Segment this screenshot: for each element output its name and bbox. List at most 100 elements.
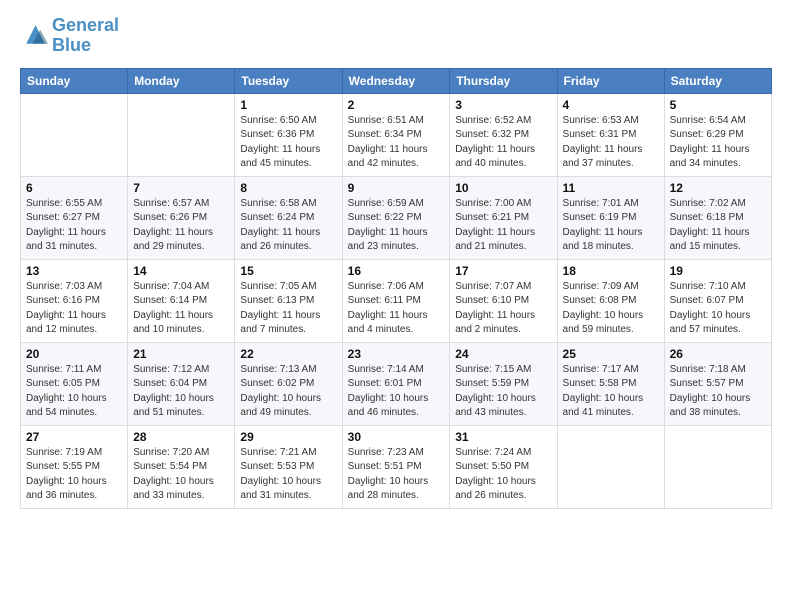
- day-number: 25: [563, 347, 659, 361]
- weekday-header-wednesday: Wednesday: [342, 68, 450, 93]
- day-number: 27: [26, 430, 122, 444]
- day-info: Sunrise: 7:21 AM Sunset: 5:53 PM Dayligh…: [240, 446, 336, 504]
- day-number: 12: [670, 181, 766, 195]
- day-info: Sunrise: 6:55 AM Sunset: 6:27 PM Dayligh…: [26, 197, 122, 255]
- day-number: 14: [133, 264, 229, 278]
- calendar-cell: 15 Sunrise: 7:05 AM Sunset: 6:13 PM Dayli…: [235, 259, 342, 342]
- calendar-cell: 31 Sunrise: 7:24 AM Sunset: 5:50 PM Dayli…: [450, 425, 557, 508]
- day-number: 31: [455, 430, 551, 444]
- day-info: Sunrise: 7:04 AM Sunset: 6:14 PM Dayligh…: [133, 280, 229, 338]
- page: General Blue SundayMondayTuesdayWednesda…: [0, 0, 792, 519]
- calendar-cell: 22 Sunrise: 7:13 AM Sunset: 6:02 PM Dayli…: [235, 342, 342, 425]
- day-number: 9: [348, 181, 445, 195]
- day-info: Sunrise: 7:14 AM Sunset: 6:01 PM Dayligh…: [348, 363, 445, 421]
- calendar-cell: 19 Sunrise: 7:10 AM Sunset: 6:07 PM Dayli…: [664, 259, 771, 342]
- day-number: 5: [670, 98, 766, 112]
- day-info: Sunrise: 6:59 AM Sunset: 6:22 PM Dayligh…: [348, 197, 445, 255]
- day-number: 2: [348, 98, 445, 112]
- week-row-5: 27Sunrise: 7:19 AM Sunset: 5:55 PM Dayli…: [21, 425, 772, 508]
- calendar-cell: 7 Sunrise: 6:57 AM Sunset: 6:26 PM Daylig…: [128, 176, 235, 259]
- day-info: Sunrise: 7:05 AM Sunset: 6:13 PM Dayligh…: [240, 280, 336, 338]
- day-info: Sunrise: 7:17 AM Sunset: 5:58 PM Dayligh…: [563, 363, 659, 421]
- day-info: Sunrise: 7:09 AM Sunset: 6:08 PM Dayligh…: [563, 280, 659, 338]
- calendar-cell: 24 Sunrise: 7:15 AM Sunset: 5:59 PM Dayli…: [450, 342, 557, 425]
- logo-icon: [20, 22, 48, 50]
- day-number: 17: [455, 264, 551, 278]
- weekday-header-friday: Friday: [557, 68, 664, 93]
- day-info: Sunrise: 6:51 AM Sunset: 6:34 PM Dayligh…: [348, 114, 445, 172]
- week-row-4: 20 Sunrise: 7:11 AM Sunset: 6:05 PM Dayli…: [21, 342, 772, 425]
- day-number: 20: [26, 347, 122, 361]
- day-number: 7: [133, 181, 229, 195]
- calendar-cell: 28 Sunrise: 7:20 AM Sunset: 5:54 PM Dayli…: [128, 425, 235, 508]
- day-info: Sunrise: 7:13 AM Sunset: 6:02 PM Dayligh…: [240, 363, 336, 421]
- weekday-header-monday: Monday: [128, 68, 235, 93]
- calendar-cell: 3 Sunrise: 6:52 AM Sunset: 6:32 PM Daylig…: [450, 93, 557, 176]
- weekday-header-row: SundayMondayTuesdayWednesdayThursdayFrid…: [21, 68, 772, 93]
- day-number: 24: [455, 347, 551, 361]
- calendar-cell: 2 Sunrise: 6:51 AM Sunset: 6:34 PM Daylig…: [342, 93, 450, 176]
- day-number: 15: [240, 264, 336, 278]
- logo-text-line1: General: [52, 16, 119, 36]
- weekday-header-sunday: Sunday: [21, 68, 128, 93]
- day-info: Sunrise: 7:11 AM Sunset: 6:05 PM Dayligh…: [26, 363, 122, 421]
- day-number: 16: [348, 264, 445, 278]
- day-info: Sunrise: 6:53 AM Sunset: 6:31 PM Dayligh…: [563, 114, 659, 172]
- calendar-cell: 16 Sunrise: 7:06 AM Sunset: 6:11 PM Dayli…: [342, 259, 450, 342]
- day-number: 29: [240, 430, 336, 444]
- day-number: 8: [240, 181, 336, 195]
- calendar-cell: [21, 93, 128, 176]
- calendar-cell: 21 Sunrise: 7:12 AM Sunset: 6:04 PM Dayli…: [128, 342, 235, 425]
- calendar-cell: 1 Sunrise: 6:50 AM Sunset: 6:36 PM Daylig…: [235, 93, 342, 176]
- calendar-cell: 6Sunrise: 6:55 AM Sunset: 6:27 PM Daylig…: [21, 176, 128, 259]
- day-info: Sunrise: 7:24 AM Sunset: 5:50 PM Dayligh…: [455, 446, 551, 504]
- header: General Blue: [20, 16, 772, 56]
- day-info: Sunrise: 7:03 AM Sunset: 6:16 PM Dayligh…: [26, 280, 122, 338]
- day-info: Sunrise: 7:12 AM Sunset: 6:04 PM Dayligh…: [133, 363, 229, 421]
- weekday-header-tuesday: Tuesday: [235, 68, 342, 93]
- calendar-cell: 12 Sunrise: 7:02 AM Sunset: 6:18 PM Dayli…: [664, 176, 771, 259]
- week-row-2: 6Sunrise: 6:55 AM Sunset: 6:27 PM Daylig…: [21, 176, 772, 259]
- calendar-cell: 29 Sunrise: 7:21 AM Sunset: 5:53 PM Dayli…: [235, 425, 342, 508]
- day-info: Sunrise: 7:07 AM Sunset: 6:10 PM Dayligh…: [455, 280, 551, 338]
- day-number: 11: [563, 181, 659, 195]
- day-number: 13: [26, 264, 122, 278]
- day-info: Sunrise: 7:20 AM Sunset: 5:54 PM Dayligh…: [133, 446, 229, 504]
- calendar-cell: 8Sunrise: 6:58 AM Sunset: 6:24 PM Daylig…: [235, 176, 342, 259]
- day-number: 1: [240, 98, 336, 112]
- week-row-1: 1 Sunrise: 6:50 AM Sunset: 6:36 PM Daylig…: [21, 93, 772, 176]
- calendar-cell: 10Sunrise: 7:00 AM Sunset: 6:21 PM Dayli…: [450, 176, 557, 259]
- day-info: Sunrise: 6:52 AM Sunset: 6:32 PM Dayligh…: [455, 114, 551, 172]
- calendar-cell: 23Sunrise: 7:14 AM Sunset: 6:01 PM Dayli…: [342, 342, 450, 425]
- calendar-cell: 27Sunrise: 7:19 AM Sunset: 5:55 PM Dayli…: [21, 425, 128, 508]
- day-info: Sunrise: 6:50 AM Sunset: 6:36 PM Dayligh…: [240, 114, 336, 172]
- calendar-cell: 20 Sunrise: 7:11 AM Sunset: 6:05 PM Dayli…: [21, 342, 128, 425]
- calendar: SundayMondayTuesdayWednesdayThursdayFrid…: [20, 68, 772, 509]
- calendar-cell: 18Sunrise: 7:09 AM Sunset: 6:08 PM Dayli…: [557, 259, 664, 342]
- day-number: 3: [455, 98, 551, 112]
- weekday-header-thursday: Thursday: [450, 68, 557, 93]
- day-info: Sunrise: 6:54 AM Sunset: 6:29 PM Dayligh…: [670, 114, 766, 172]
- calendar-cell: 25 Sunrise: 7:17 AM Sunset: 5:58 PM Dayli…: [557, 342, 664, 425]
- day-number: 28: [133, 430, 229, 444]
- logo-text-line2: Blue: [52, 36, 119, 56]
- day-info: Sunrise: 7:02 AM Sunset: 6:18 PM Dayligh…: [670, 197, 766, 255]
- calendar-cell: 30 Sunrise: 7:23 AM Sunset: 5:51 PM Dayli…: [342, 425, 450, 508]
- day-number: 22: [240, 347, 336, 361]
- day-number: 26: [670, 347, 766, 361]
- day-info: Sunrise: 7:10 AM Sunset: 6:07 PM Dayligh…: [670, 280, 766, 338]
- day-number: 30: [348, 430, 445, 444]
- day-info: Sunrise: 7:23 AM Sunset: 5:51 PM Dayligh…: [348, 446, 445, 504]
- day-number: 21: [133, 347, 229, 361]
- calendar-cell: 11Sunrise: 7:01 AM Sunset: 6:19 PM Dayli…: [557, 176, 664, 259]
- calendar-cell: 13 Sunrise: 7:03 AM Sunset: 6:16 PM Dayli…: [21, 259, 128, 342]
- logo: General Blue: [20, 16, 119, 56]
- day-info: Sunrise: 7:15 AM Sunset: 5:59 PM Dayligh…: [455, 363, 551, 421]
- calendar-cell: [128, 93, 235, 176]
- day-info: Sunrise: 7:06 AM Sunset: 6:11 PM Dayligh…: [348, 280, 445, 338]
- day-info: Sunrise: 6:57 AM Sunset: 6:26 PM Dayligh…: [133, 197, 229, 255]
- day-number: 19: [670, 264, 766, 278]
- calendar-cell: 17 Sunrise: 7:07 AM Sunset: 6:10 PM Dayli…: [450, 259, 557, 342]
- day-info: Sunrise: 7:18 AM Sunset: 5:57 PM Dayligh…: [670, 363, 766, 421]
- week-row-3: 13 Sunrise: 7:03 AM Sunset: 6:16 PM Dayli…: [21, 259, 772, 342]
